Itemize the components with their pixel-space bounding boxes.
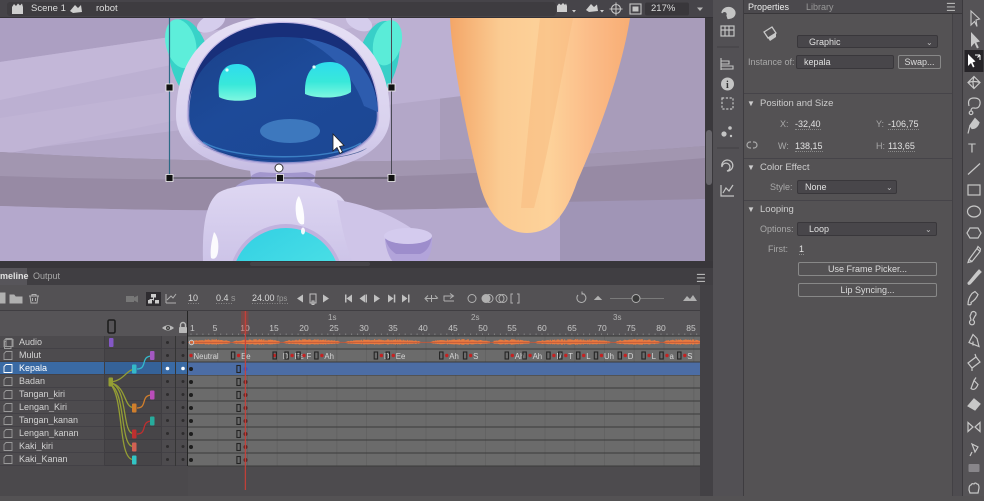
svg-text:S: S bbox=[687, 352, 692, 361]
svg-text:D: D bbox=[628, 352, 634, 361]
svg-text:1s: 1s bbox=[328, 313, 336, 322]
svg-text:2s: 2s bbox=[471, 313, 479, 322]
svg-text:a: a bbox=[670, 352, 675, 361]
svg-text:S: S bbox=[473, 352, 478, 361]
svg-text:75: 75 bbox=[626, 323, 636, 333]
svg-text:24.00 fps: 24.00 fps bbox=[252, 293, 287, 303]
svg-text:Ah: Ah bbox=[324, 352, 334, 361]
svg-text:50: 50 bbox=[478, 323, 488, 333]
svg-text:L: L bbox=[586, 352, 591, 361]
svg-text:1: 1 bbox=[190, 323, 195, 333]
svg-text:55: 55 bbox=[507, 323, 517, 333]
svg-text:Uh: Uh bbox=[604, 352, 614, 361]
svg-text:F: F bbox=[307, 352, 312, 361]
svg-text:80: 80 bbox=[656, 323, 666, 333]
svg-text:30: 30 bbox=[359, 323, 369, 333]
svg-text:85: 85 bbox=[686, 323, 696, 333]
svg-text:i: i bbox=[726, 80, 729, 91]
svg-text:T: T bbox=[968, 141, 976, 156]
svg-text:35: 35 bbox=[388, 323, 398, 333]
svg-text:65: 65 bbox=[567, 323, 577, 333]
svg-text:20: 20 bbox=[299, 323, 309, 333]
svg-text:Neutral: Neutral bbox=[194, 352, 219, 361]
svg-text:45: 45 bbox=[448, 323, 458, 333]
svg-text:70: 70 bbox=[597, 323, 607, 333]
svg-text:L: L bbox=[652, 352, 657, 361]
svg-text:40: 40 bbox=[418, 323, 428, 333]
svg-text:60: 60 bbox=[537, 323, 547, 333]
svg-text:25: 25 bbox=[329, 323, 339, 333]
svg-text:10: 10 bbox=[188, 293, 198, 303]
svg-text:0.4 s: 0.4 s bbox=[216, 293, 236, 303]
svg-text:5: 5 bbox=[213, 323, 218, 333]
svg-text:Ah: Ah bbox=[449, 352, 459, 361]
svg-text:Ah: Ah bbox=[533, 352, 543, 361]
svg-text:15: 15 bbox=[269, 323, 279, 333]
svg-text:Ee: Ee bbox=[396, 352, 406, 361]
svg-text:T: T bbox=[568, 352, 573, 361]
svg-text:3s: 3s bbox=[613, 313, 621, 322]
